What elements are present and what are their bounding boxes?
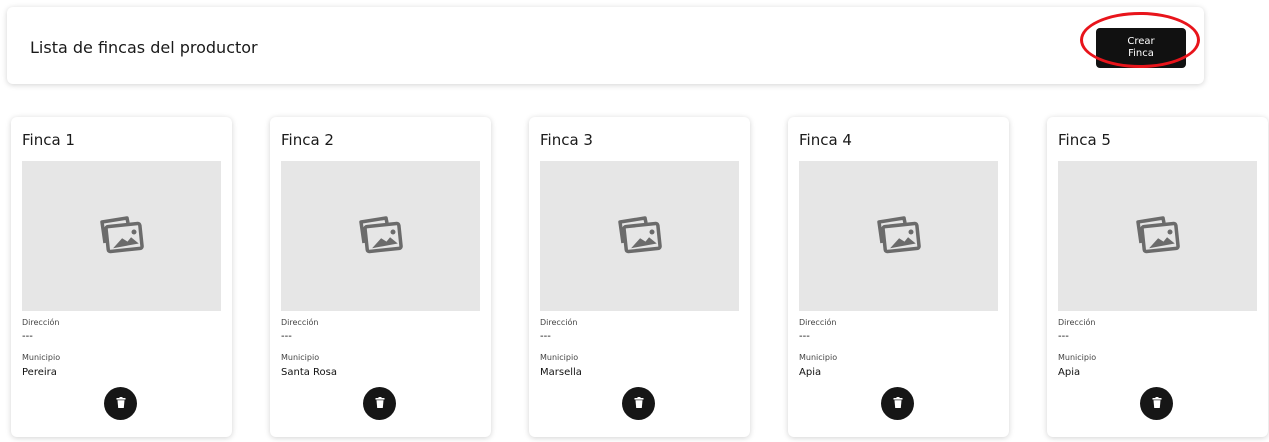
municipio-value: Santa Rosa xyxy=(281,367,337,378)
finca-card-list: Finca 1 Dirección --- Municipio Pereira … xyxy=(11,117,1268,437)
card-title: Finca 1 xyxy=(22,131,75,149)
card-title: Finca 5 xyxy=(1058,131,1111,149)
trash-icon xyxy=(1152,396,1162,411)
direccion-value: --- xyxy=(281,331,292,342)
trash-icon xyxy=(116,396,126,411)
municipio-label: Municipio xyxy=(281,353,320,362)
finca-card[interactable]: Finca 5 Dirección --- Municipio Apia xyxy=(1047,117,1268,437)
image-icon xyxy=(615,213,665,259)
delete-finca-button[interactable] xyxy=(1140,387,1173,420)
municipio-label: Municipio xyxy=(22,353,61,362)
direccion-value: --- xyxy=(1058,331,1069,342)
card-title: Finca 2 xyxy=(281,131,334,149)
create-button-label-line2: Finca xyxy=(1128,48,1154,59)
direccion-label: Dirección xyxy=(540,318,578,327)
municipio-label: Municipio xyxy=(540,353,579,362)
municipio-value: Marsella xyxy=(540,367,582,378)
delete-finca-button[interactable] xyxy=(622,387,655,420)
direccion-value: --- xyxy=(22,331,33,342)
card-image-placeholder xyxy=(1058,161,1257,311)
card-image-placeholder xyxy=(540,161,739,311)
card-title: Finca 3 xyxy=(540,131,593,149)
card-image-placeholder xyxy=(799,161,998,311)
trash-icon xyxy=(893,396,903,411)
image-icon xyxy=(1133,213,1183,259)
municipio-label: Municipio xyxy=(799,353,838,362)
direccion-label: Dirección xyxy=(1058,318,1096,327)
trash-icon xyxy=(375,396,385,411)
image-icon xyxy=(874,213,924,259)
direccion-value: --- xyxy=(540,331,551,342)
municipio-value: Apia xyxy=(799,367,822,378)
card-image-placeholder xyxy=(22,161,221,311)
direccion-label: Dirección xyxy=(281,318,319,327)
municipio-value: Apia xyxy=(1058,367,1081,378)
image-icon xyxy=(97,213,147,259)
create-button-label-line1: Crear xyxy=(1127,36,1155,47)
create-finca-button[interactable]: Crear Finca xyxy=(1096,28,1186,68)
trash-icon xyxy=(634,396,644,411)
direccion-label: Dirección xyxy=(799,318,837,327)
finca-card[interactable]: Finca 2 Dirección --- Municipio Santa Ro… xyxy=(270,117,491,437)
delete-finca-button[interactable] xyxy=(881,387,914,420)
municipio-value: Pereira xyxy=(22,367,57,378)
direccion-value: --- xyxy=(799,331,810,342)
page-title: Lista de fincas del productor xyxy=(30,38,258,57)
image-icon xyxy=(356,213,406,259)
delete-finca-button[interactable] xyxy=(363,387,396,420)
header-panel: Lista de fincas del productor Crear Finc… xyxy=(7,7,1204,84)
direccion-label: Dirección xyxy=(22,318,60,327)
card-title: Finca 4 xyxy=(799,131,852,149)
municipio-label: Municipio xyxy=(1058,353,1097,362)
card-image-placeholder xyxy=(281,161,480,311)
finca-card[interactable]: Finca 1 Dirección --- Municipio Pereira xyxy=(11,117,232,437)
finca-card[interactable]: Finca 4 Dirección --- Municipio Apia xyxy=(788,117,1009,437)
delete-finca-button[interactable] xyxy=(104,387,137,420)
finca-card[interactable]: Finca 3 Dirección --- Municipio Marsella xyxy=(529,117,750,437)
